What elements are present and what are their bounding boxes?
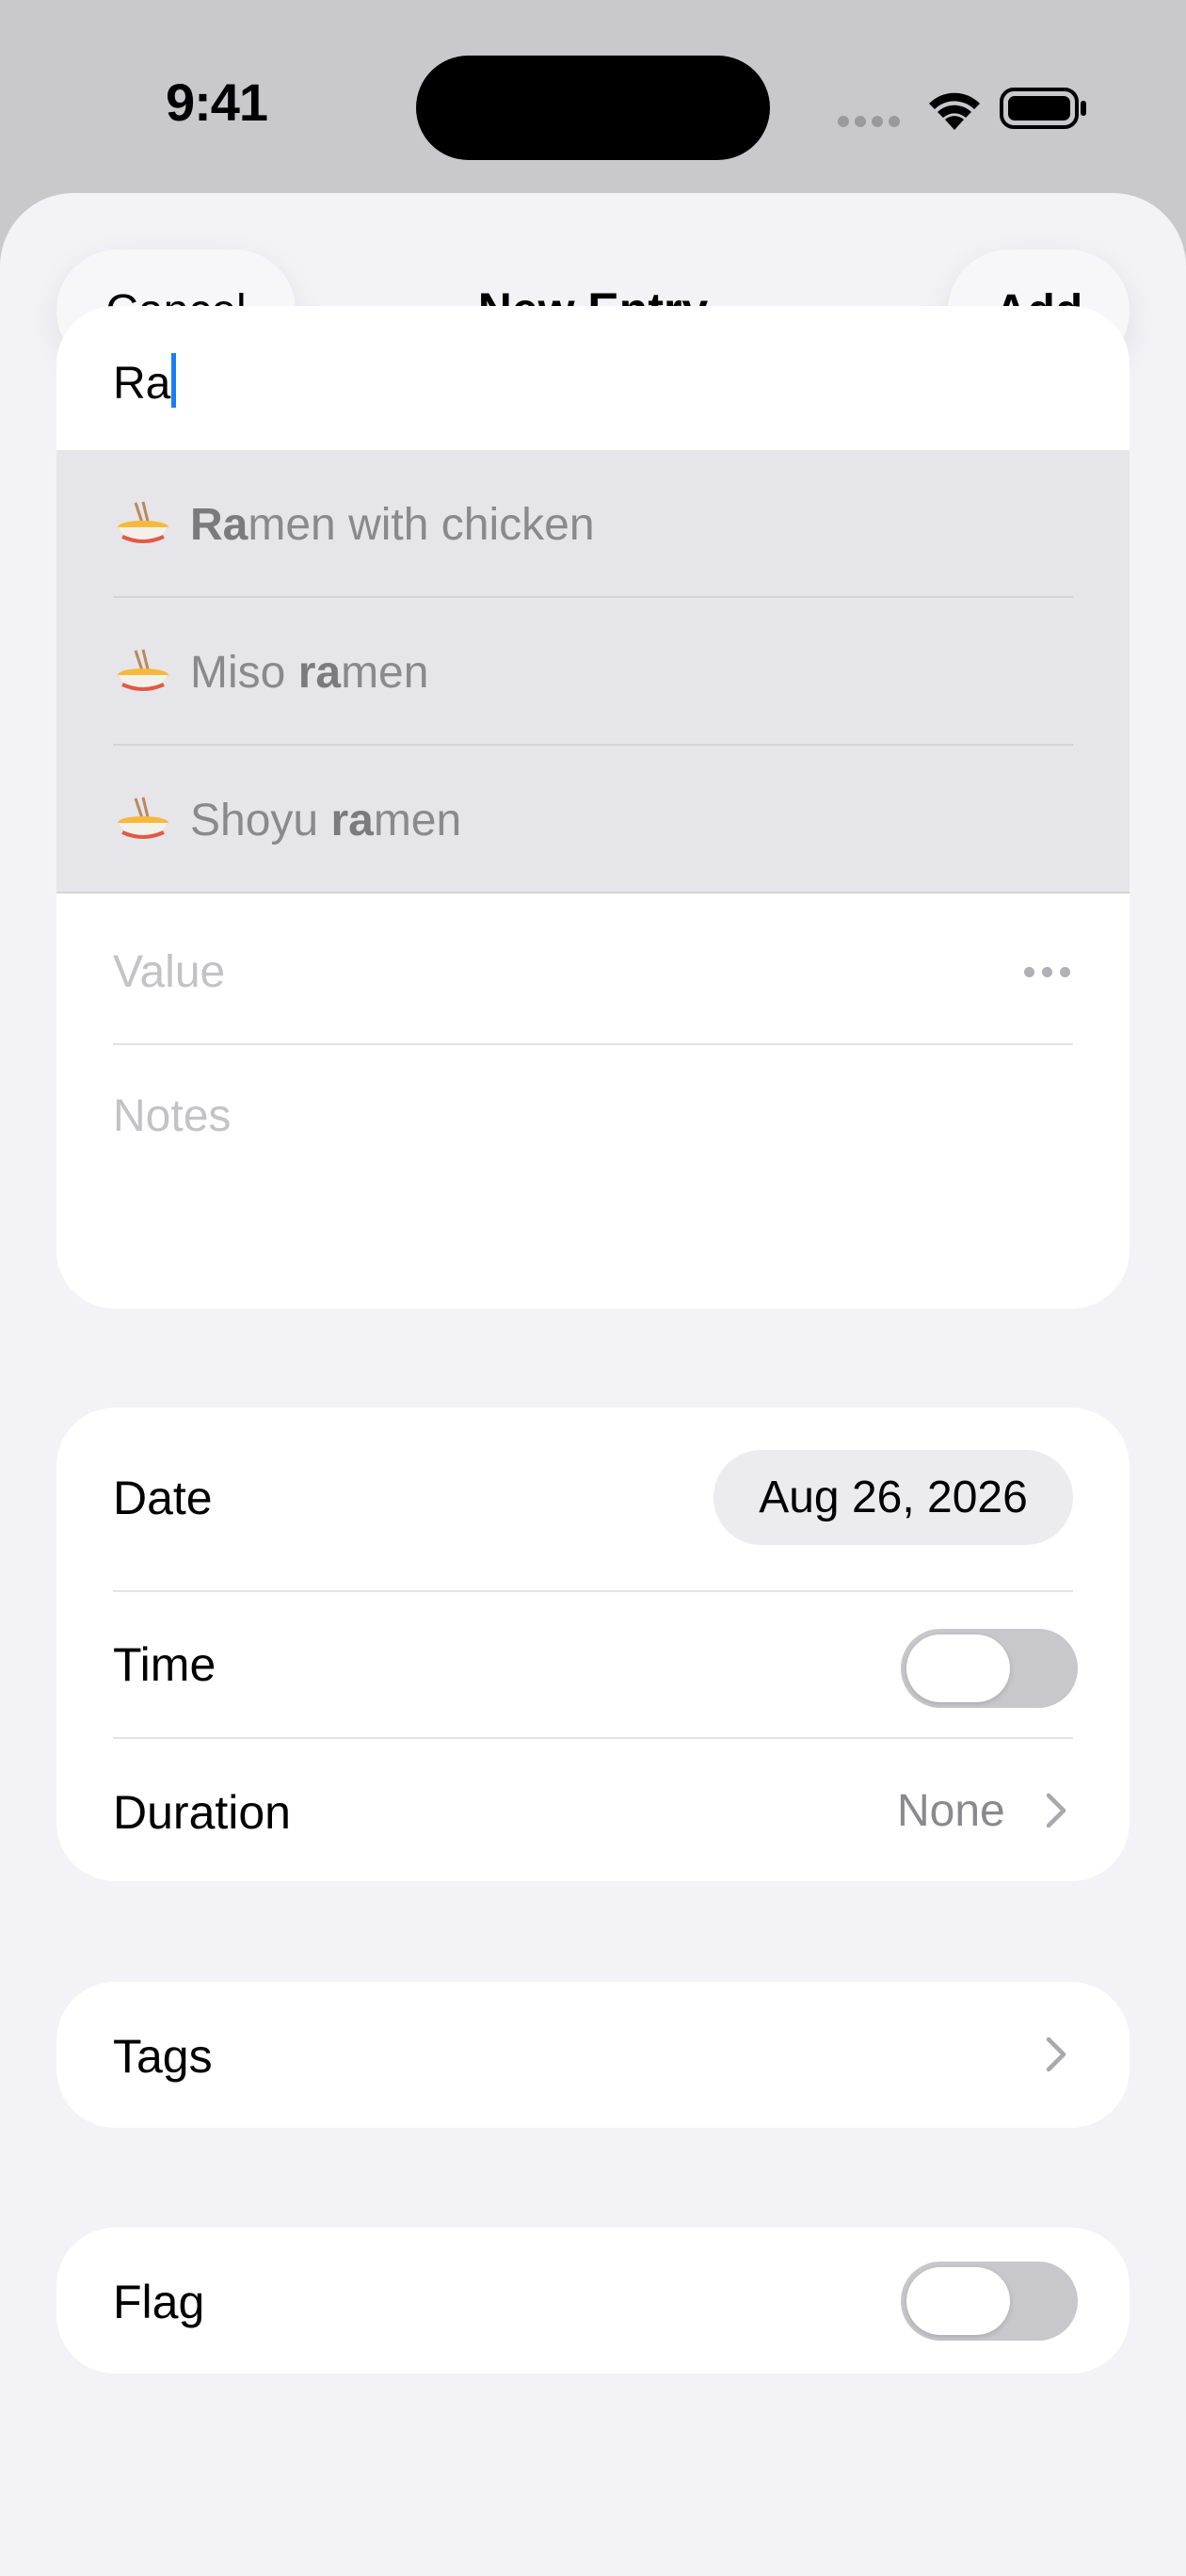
value-input[interactable]: Value	[113, 946, 225, 998]
status-bar: 9:41	[0, 0, 1186, 193]
suggestion-list: Ramen with chicken Miso ramen Shoyu rame	[56, 450, 1130, 894]
ramen-bowl-icon	[118, 797, 168, 840]
divider	[113, 1737, 1073, 1739]
divider	[113, 1043, 1073, 1045]
time-label: Time	[113, 1638, 216, 1691]
suggestion-item[interactable]: Ramen with chicken	[56, 450, 1130, 596]
status-time: 9:41	[165, 72, 268, 132]
name-input[interactable]: Ra	[113, 353, 177, 410]
date-picker-button[interactable]: Aug 26, 2026	[713, 1450, 1073, 1545]
entry-card: Ra Ramen with chicken Miso ramen Shoyu r…	[56, 306, 1130, 1309]
cellular-signal-icon	[838, 115, 906, 132]
flag-label: Flag	[113, 2276, 205, 2328]
suggestion-item[interactable]: Shoyu ramen	[56, 746, 1130, 892]
duration-label: Duration	[113, 1786, 291, 1839]
date-time-card: Date Aug 26, 2026 Time Duration None	[56, 1408, 1130, 1881]
suggestion-label: Shoyu ramen	[190, 796, 462, 845]
tags-label: Tags	[113, 2030, 213, 2083]
time-toggle[interactable]	[901, 1629, 1078, 1708]
wifi-icon	[929, 92, 980, 130]
chevron-right-icon	[1046, 1793, 1066, 1828]
notes-input[interactable]: Notes	[113, 1090, 231, 1142]
tags-row[interactable]: Tags	[56, 1982, 1130, 2128]
flag-row: Flag	[56, 2228, 1130, 2374]
text-cursor	[171, 353, 177, 408]
suggestion-item[interactable]: Miso ramen	[56, 598, 1130, 744]
more-options-icon[interactable]	[1024, 965, 1078, 982]
battery-icon	[1000, 88, 1086, 129]
ramen-bowl-icon	[118, 649, 168, 692]
chevron-right-icon	[1046, 2037, 1066, 2072]
name-input-value: Ra	[113, 359, 171, 409]
status-icons	[838, 83, 1092, 134]
flag-toggle[interactable]	[901, 2262, 1078, 2341]
divider	[113, 1590, 1073, 1592]
divider	[56, 892, 1130, 894]
suggestion-label: Ramen with chicken	[190, 500, 595, 550]
ramen-bowl-icon	[118, 501, 168, 544]
suggestion-label: Miso ramen	[190, 648, 429, 698]
toggle-knob	[906, 2267, 1010, 2335]
toggle-knob	[906, 1634, 1010, 1702]
duration-value[interactable]: None	[897, 1785, 1005, 1837]
dynamic-island	[416, 56, 770, 160]
date-label: Date	[113, 1472, 213, 1524]
